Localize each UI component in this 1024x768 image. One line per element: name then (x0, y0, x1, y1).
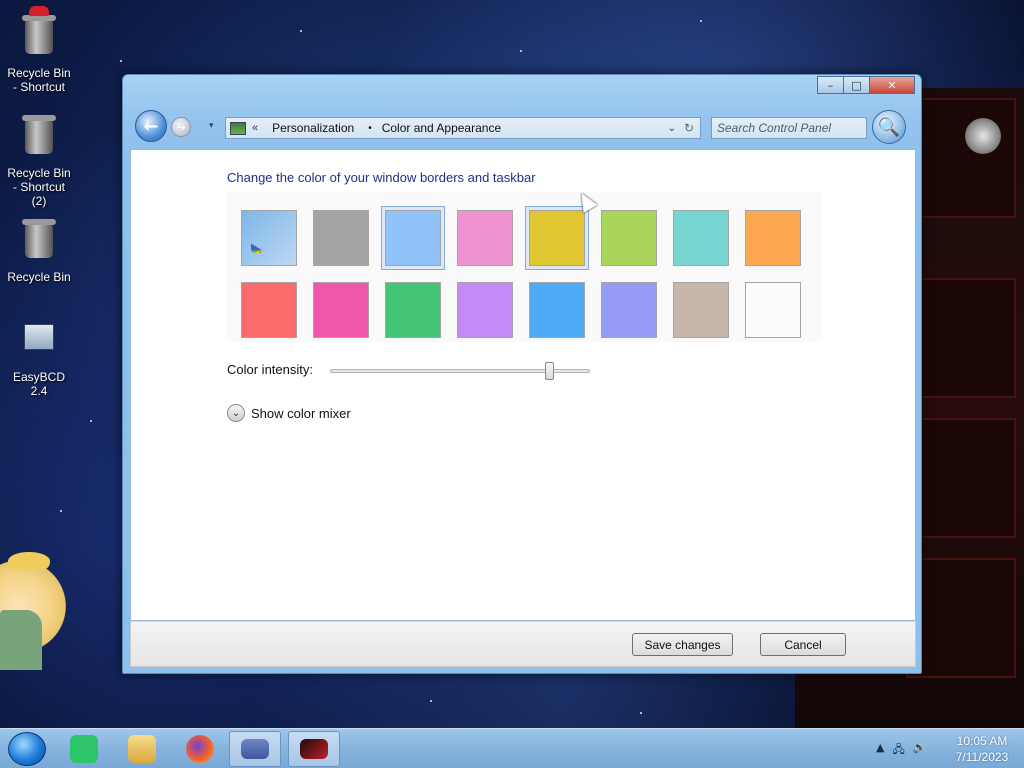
swatch-lime[interactable] (601, 210, 657, 266)
navigation-bar: ← → ▾ « Personalization • Color and Appe… (123, 109, 921, 145)
minimize-button[interactable]: – (817, 76, 844, 94)
recycle-bin-icon (22, 219, 56, 264)
refresh-icon[interactable]: ↻ (684, 121, 694, 135)
recent-pages-dropdown[interactable]: ▾ (209, 121, 214, 131)
swatch-yellow[interactable] (525, 206, 589, 270)
swatch-automatic[interactable] (241, 210, 297, 266)
firefox-icon (186, 735, 214, 763)
easybcd-icon (22, 324, 56, 364)
swatch-blue[interactable] (529, 282, 585, 338)
notes-app-icon (70, 735, 98, 763)
close-button[interactable]: ✕ (869, 76, 915, 94)
alienware-logo-icon (965, 118, 1001, 154)
forward-button[interactable]: → (171, 117, 191, 137)
page-title: Change the color of your window borders … (227, 170, 536, 185)
network-icon[interactable]: 🖧 (892, 741, 904, 760)
swatch-sky[interactable] (381, 206, 445, 270)
clock-time: 10:05 AM (956, 734, 1008, 748)
desktop-icon-label: Recycle Bin - Shortcut (7, 66, 71, 94)
taskbar-clock[interactable]: 10:05 AM 7/11/2023 (944, 733, 1020, 765)
swatch-pink[interactable] (457, 210, 513, 266)
desktop-icon-label: EasyBCD 2.4 (12, 370, 65, 398)
color-fan-icon (251, 223, 287, 253)
color-intensity-slider[interactable] (330, 362, 590, 380)
star (430, 700, 432, 702)
expand-chevron-icon[interactable]: ⌄ (227, 404, 245, 422)
back-button[interactable]: ← (135, 110, 167, 142)
swatch-violet[interactable] (457, 282, 513, 338)
save-changes-button[interactable]: Save changes (632, 633, 733, 656)
gadget-panel (906, 558, 1016, 678)
star (60, 510, 62, 512)
swatch-lavender[interactable] (601, 282, 657, 338)
taskbar: ▲ 🖧 🔊 10:05 AM 7/11/2023 (0, 728, 1024, 768)
clock-date: 7/11/2023 (955, 750, 1009, 764)
cancel-button[interactable]: Cancel (760, 633, 846, 656)
address-dropdown-icon[interactable]: ⌄ (668, 123, 676, 134)
show-hidden-icons-icon[interactable]: ▲ (876, 741, 884, 760)
taskbar-app-explorer[interactable] (116, 731, 168, 767)
recycle-bin-icon (22, 115, 56, 160)
desktop-icon-label: Recycle Bin - Shortcut (2) (7, 166, 71, 208)
desktop-icon-recycle-bin-shortcut[interactable]: Recycle Bin - Shortcut (4, 6, 74, 94)
star (90, 420, 92, 422)
cartoon-dress (0, 610, 42, 670)
alienware-app-icon (300, 739, 328, 759)
taskbar-app-alienware[interactable] (288, 731, 340, 767)
star (520, 50, 522, 52)
desktop-icon-recycle-bin[interactable]: Recycle Bin (4, 216, 74, 284)
swatch-taupe[interactable] (673, 282, 729, 338)
desktop-icon-label: Recycle Bin (7, 270, 71, 284)
slider-thumb[interactable] (545, 362, 555, 380)
breadcrumb-personalization[interactable]: Personalization (272, 121, 354, 135)
star (120, 60, 122, 62)
swatch-red[interactable] (241, 282, 297, 338)
swatch-white[interactable] (745, 282, 801, 338)
gadget-panel (906, 278, 1016, 398)
content-pane: Change the color of your window borders … (130, 149, 916, 621)
taskbar-app-control-panel[interactable] (229, 731, 281, 767)
star (700, 20, 702, 22)
swatch-green[interactable] (385, 282, 441, 338)
search-input[interactable]: Search Control Panel (711, 117, 867, 139)
recycle-bin-icon (22, 6, 56, 60)
address-bar[interactable]: « Personalization • Color and Appearance… (225, 117, 701, 139)
show-color-mixer-label[interactable]: Show color mixer (251, 406, 351, 421)
desktop-icon-easybcd[interactable]: EasyBCD 2.4 (4, 320, 74, 398)
start-button[interactable] (8, 732, 46, 766)
breadcrumb-color-and-appearance[interactable]: Color and Appearance (382, 121, 501, 135)
folder-icon (128, 735, 156, 763)
swatch-magenta[interactable] (313, 282, 369, 338)
desktop-icon-recycle-bin-shortcut-2[interactable]: Recycle Bin - Shortcut (2) (4, 112, 74, 208)
gadget-panel (906, 98, 1016, 218)
volume-icon[interactable]: 🔊 (913, 741, 927, 760)
search-icon[interactable]: 🔍 (872, 110, 906, 144)
maximize-button[interactable]: □ (843, 76, 870, 94)
star (300, 30, 302, 32)
system-tray: ▲ 🖧 🔊 (876, 741, 926, 760)
swatch-slate[interactable] (313, 210, 369, 266)
star (640, 712, 642, 714)
color-appearance-window: – □ ✕ ← → ▾ « Personalization • Color an… (122, 74, 922, 674)
swatch-teal[interactable] (673, 210, 729, 266)
address-overflow-chevron-icon[interactable]: « (252, 122, 258, 134)
control-panel-icon (230, 121, 246, 135)
taskbar-app-notes[interactable] (58, 731, 110, 767)
color-intensity-label: Color intensity: (227, 362, 313, 377)
gadget-panel (906, 418, 1016, 538)
taskbar-app-firefox[interactable] (174, 731, 226, 767)
caption-buttons: – □ ✕ (817, 76, 915, 94)
cartoon-hat (8, 552, 50, 570)
show-color-mixer-toggle[interactable]: ⌄ Show color mixer (227, 404, 351, 422)
color-swatch-grid (227, 192, 821, 342)
swatch-orange[interactable] (745, 210, 801, 266)
breadcrumb-separator-icon[interactable]: • (368, 123, 372, 134)
control-panel-icon (241, 739, 269, 759)
dialog-footer: Save changes Cancel (130, 621, 916, 667)
